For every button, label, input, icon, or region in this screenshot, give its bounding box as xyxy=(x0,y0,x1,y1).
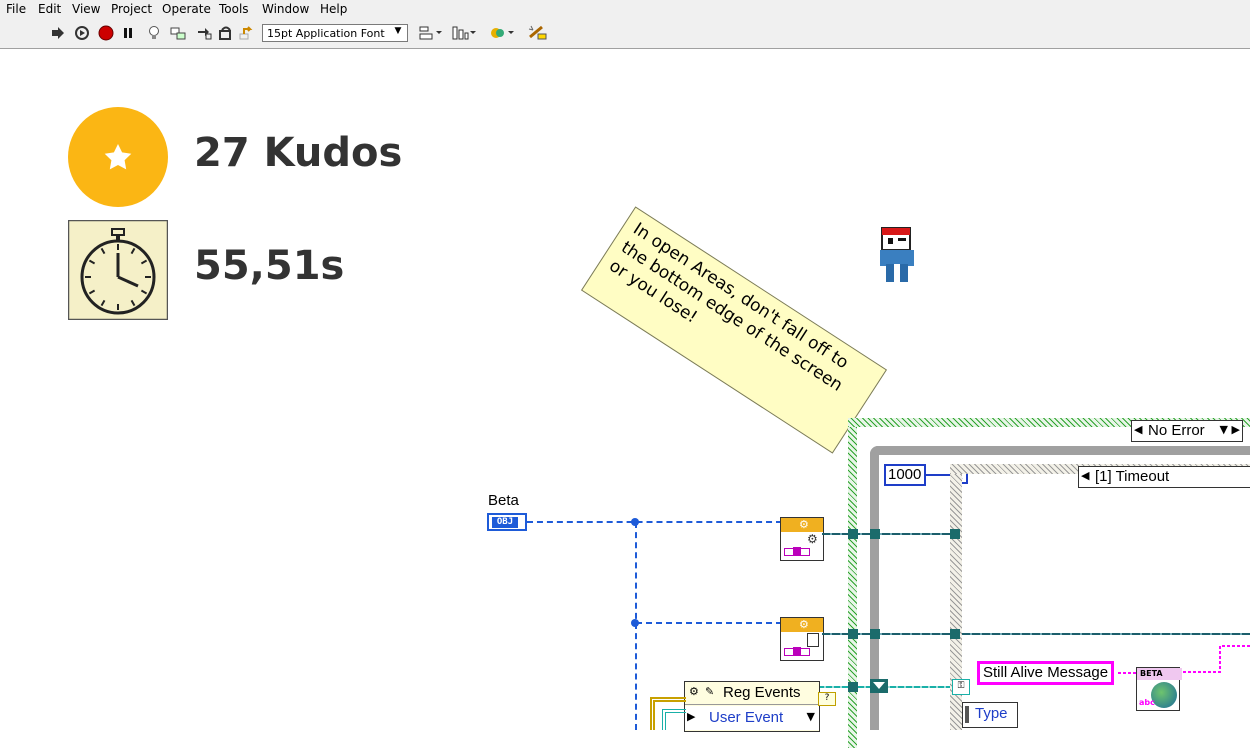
stopwatch-icon xyxy=(68,220,168,320)
event-case-selector[interactable]: ◀ [1] Timeout xyxy=(1078,466,1250,488)
pause-icon[interactable] xyxy=(120,25,136,41)
hint-note: In open Areas, don't fall off to the bot… xyxy=(580,206,888,454)
obj-tag: OBJ xyxy=(492,517,518,528)
tunnel-node xyxy=(870,629,880,639)
chevron-down-icon: ▼ xyxy=(394,26,402,36)
dynamic-event-terminal[interactable] xyxy=(870,679,888,693)
step-out-icon[interactable] xyxy=(238,25,254,41)
menu-edit[interactable]: Edit xyxy=(38,2,61,16)
kudos-star-icon xyxy=(68,107,168,207)
player-character-icon xyxy=(880,227,914,282)
type-label: Type xyxy=(975,705,1008,722)
step-into-icon[interactable] xyxy=(196,25,212,41)
case-selector-value: No Error xyxy=(1148,422,1205,439)
hint-note-text: In open Areas, don't fall off to the bot… xyxy=(605,219,852,396)
distribute-objects-icon[interactable] xyxy=(452,25,476,41)
tunnel-node xyxy=(848,529,858,539)
beta-object-terminal[interactable]: OBJ xyxy=(487,513,527,531)
beta-subvi-icon[interactable]: BETA abc xyxy=(1136,667,1182,711)
case-selector[interactable]: ◀ No Error ▼ ▶ xyxy=(1131,420,1243,442)
timeout-constant[interactable]: 1000 xyxy=(884,464,926,486)
menu-view[interactable]: View xyxy=(72,2,100,16)
user-event-label: User Event xyxy=(709,709,784,726)
beta-label: Beta xyxy=(488,492,519,509)
event-case-value: [1] Timeout xyxy=(1095,468,1170,485)
method-node-1[interactable]: ⚙ ⚙ xyxy=(780,517,824,561)
type-terminal: Type xyxy=(962,702,1018,728)
highlight-execution-icon[interactable] xyxy=(146,25,162,41)
font-select-value: 15pt Application Font xyxy=(267,27,385,40)
beta-subvi-label: BETA xyxy=(1137,668,1182,680)
toolbar: 15pt Application Font ▼ xyxy=(0,20,1250,49)
menu-tools[interactable]: Tools xyxy=(219,2,249,16)
wire-junction xyxy=(631,518,639,526)
reorder-icon[interactable] xyxy=(490,25,514,41)
run-arrow-icon[interactable] xyxy=(50,25,66,41)
wire-junction xyxy=(631,619,639,627)
tunnel-node xyxy=(950,629,960,639)
menu-help[interactable]: Help xyxy=(320,2,347,16)
retain-wire-values-icon[interactable] xyxy=(170,25,186,41)
event-case-frame xyxy=(950,464,1250,730)
tunnel-node xyxy=(848,682,858,692)
register-events-node[interactable]: ⚙ ✎ Reg Events ▶ User Event ▼ xyxy=(684,681,820,732)
menu-file[interactable]: File xyxy=(6,2,26,16)
cleanup-diagram-icon[interactable] xyxy=(528,25,548,41)
menu-operate[interactable]: Operate xyxy=(162,2,211,16)
menu-window[interactable]: Window xyxy=(262,2,309,16)
beta-wire-top xyxy=(527,521,782,523)
string-wire xyxy=(1118,672,1136,674)
reg-events-label: Reg Events xyxy=(723,684,801,701)
tunnel-node xyxy=(870,529,880,539)
still-alive-string-constant[interactable]: Still Alive Message xyxy=(977,661,1115,685)
align-objects-icon[interactable] xyxy=(418,25,442,41)
menu-bar: File Edit View Project Operate Tools Win… xyxy=(0,0,1250,20)
run-continuous-icon[interactable] xyxy=(74,25,90,41)
menu-project[interactable]: Project xyxy=(111,2,152,16)
elapsed-time: 55,51s xyxy=(194,243,345,289)
step-over-icon[interactable] xyxy=(218,25,234,41)
tunnel-node xyxy=(950,529,960,539)
kudos-count: 27 Kudos xyxy=(194,130,403,176)
tunnel-node xyxy=(848,629,858,639)
timeout-wire xyxy=(926,474,950,476)
abort-icon[interactable] xyxy=(98,25,114,41)
font-select[interactable]: 15pt Application Font ▼ xyxy=(262,24,408,42)
event-refnum-wire xyxy=(662,709,686,730)
method-node-2[interactable]: ⚙ xyxy=(780,617,824,661)
string-wire-right xyxy=(1178,645,1250,673)
beta-wire-middle xyxy=(636,622,782,624)
error-out-terminal: ? xyxy=(818,692,836,706)
event-data-terminal: ⚿ xyxy=(952,679,970,695)
